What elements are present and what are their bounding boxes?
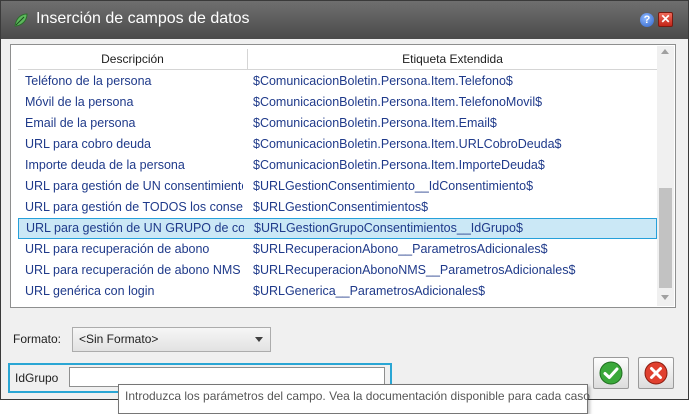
data-fields-grid: Descripción Etiqueta Extendida Teléfono … — [10, 44, 676, 308]
row-description: URL para gestión de UN consentimiento — [25, 179, 243, 193]
format-label: Formato: — [13, 332, 62, 346]
table-row[interactable]: URL para recuperación de abono $URLRecupe… — [18, 239, 657, 260]
scroll-thumb[interactable] — [659, 188, 672, 288]
row-tag: $URLGestionConsentimientos$ — [253, 200, 429, 214]
row-description: URL para cobro deuda — [25, 137, 152, 151]
help-icon[interactable]: ? — [640, 13, 654, 27]
row-tag: $URLRecuperacionAbonoNMS__ParametrosAdic… — [253, 263, 576, 277]
column-header-tag[interactable]: Etiqueta Extendida — [248, 49, 657, 69]
table-row-selected[interactable]: URL para gestión de UN GRUPO de consenti… — [18, 218, 657, 239]
scroll-down-arrow-icon[interactable] — [661, 295, 669, 300]
row-description: Email de la persona — [25, 116, 136, 130]
checkmark-icon — [599, 361, 623, 385]
grid-rows: Teléfono de la persona $ComunicacionBolet… — [18, 71, 657, 302]
close-icon[interactable]: ✕ — [658, 12, 673, 27]
row-tag: $ComunicacionBoletin.Persona.Item.Telefo… — [253, 74, 513, 88]
app-leaf-icon — [14, 13, 28, 27]
cancel-button[interactable] — [638, 357, 674, 389]
table-row[interactable]: URL genérica con login $URLGenerica__Para… — [18, 281, 657, 302]
format-select[interactable]: <Sin Formato> — [72, 327, 271, 352]
table-row[interactable]: Móvil de la persona $ComunicacionBoletin.… — [18, 92, 657, 113]
table-row[interactable]: Importe deuda de la persona $Comunicacion… — [18, 155, 657, 176]
dialog-window: Inserción de campos de datos ? ✕ Descrip… — [0, 0, 689, 414]
row-description: Móvil de la persona — [25, 95, 134, 109]
row-tag: $URLGestionConsentimiento__IdConsentimie… — [253, 179, 534, 193]
grid-header: Descripción Etiqueta Extendida — [18, 49, 657, 70]
format-selected-value: <Sin Formato> — [79, 332, 159, 346]
row-description: Importe deuda de la persona — [25, 158, 185, 172]
window-title: Inserción de campos de datos — [36, 10, 250, 27]
row-tag: $URLRecuperacionAbono__ParametrosAdicion… — [253, 242, 548, 256]
table-row[interactable]: URL para gestión de UN consentimiento $UR… — [18, 176, 657, 197]
table-row[interactable]: Email de la persona $ComunicacionBoletin.… — [18, 113, 657, 134]
tooltip-text: Introduzca los parámetros del campo. Vea… — [125, 389, 590, 403]
parameter-tooltip: Introduzca los parámetros del campo. Vea… — [118, 384, 590, 414]
row-description: URL genérica con login — [25, 284, 155, 298]
table-row[interactable]: URL para cobro deuda $ComunicacionBoletin… — [18, 134, 657, 155]
row-description: URL para gestión de TODOS los consentimi… — [25, 200, 243, 214]
row-description: URL para recuperación de abono — [25, 242, 210, 256]
chevron-down-icon — [255, 337, 263, 342]
row-tag: $ComunicacionBoletin.Persona.Item.Import… — [253, 158, 545, 172]
table-row[interactable]: URL para gestión de TODOS los consentimi… — [18, 197, 657, 218]
table-row[interactable]: URL para recuperación de abono NMS $URLRe… — [18, 260, 657, 281]
parameter-label: IdGrupo — [15, 371, 59, 385]
row-description: URL para gestión de UN GRUPO de consenti… — [26, 221, 244, 235]
column-header-description[interactable]: Descripción — [18, 49, 248, 69]
row-tag: $ComunicacionBoletin.Persona.Item.Email$ — [253, 116, 497, 130]
vertical-scrollbar[interactable] — [657, 46, 674, 306]
title-bar[interactable]: Inserción de campos de datos ? ✕ — [1, 1, 688, 39]
row-tag: $URLGestionGrupoConsentimientos__IdGrupo… — [254, 221, 523, 235]
row-description: Teléfono de la persona — [25, 74, 152, 88]
table-row[interactable]: Teléfono de la persona $ComunicacionBolet… — [18, 71, 657, 92]
row-tag: $ComunicacionBoletin.Persona.Item.Telefo… — [253, 95, 543, 109]
row-description: URL para recuperación de abono NMS — [25, 263, 241, 277]
row-tag: $ComunicacionBoletin.Persona.Item.URLCob… — [253, 137, 562, 151]
ok-button[interactable] — [593, 357, 629, 389]
row-tag: $URLGenerica__ParametrosAdicionales$ — [253, 284, 486, 298]
scroll-up-arrow-icon[interactable] — [661, 49, 669, 54]
cancel-x-icon — [644, 361, 668, 385]
